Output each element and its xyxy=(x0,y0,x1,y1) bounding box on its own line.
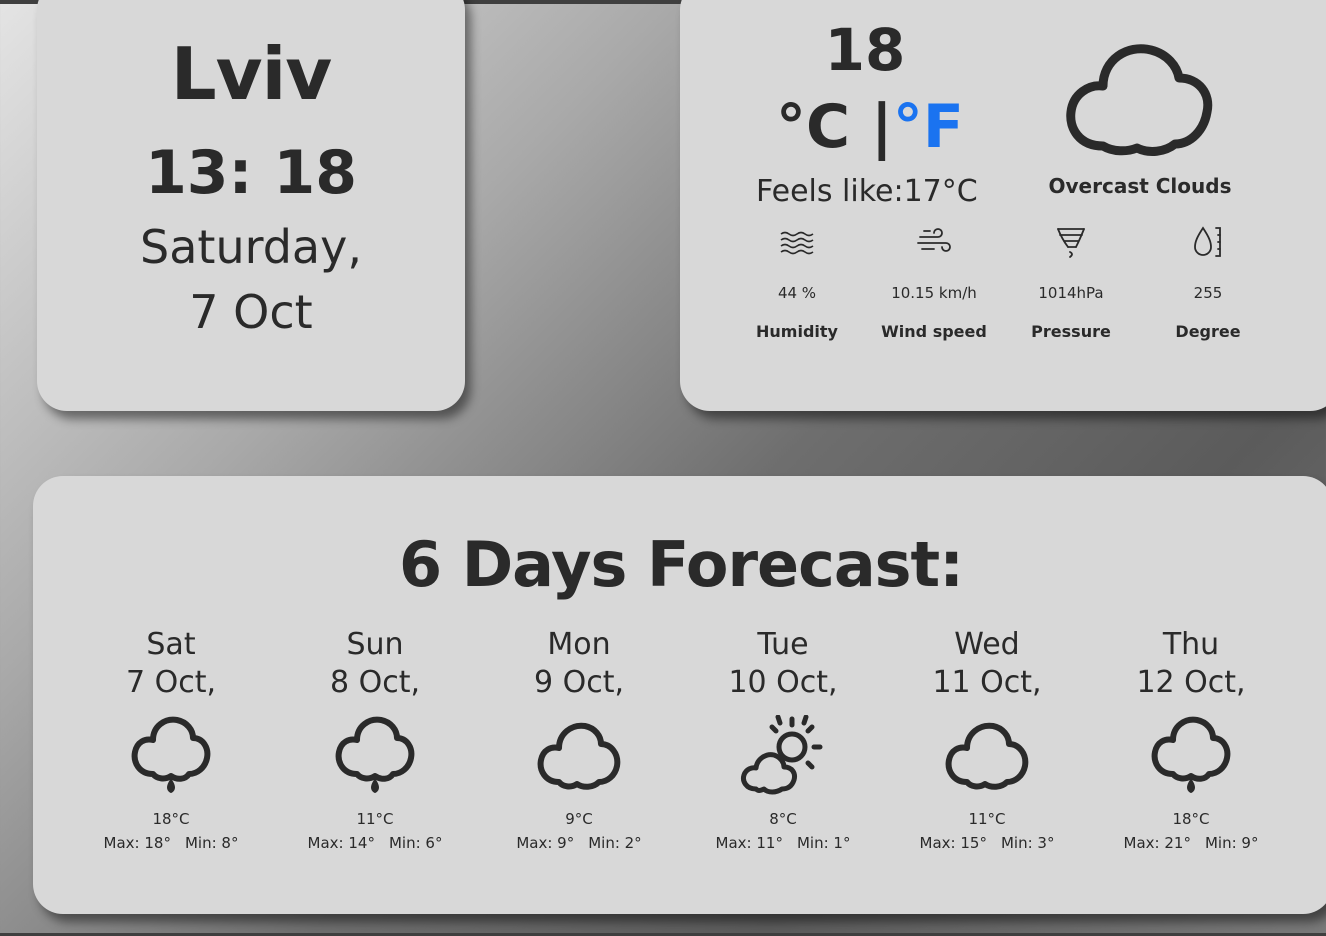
degree-label: Degree xyxy=(1175,322,1241,341)
fahrenheit-toggle[interactable]: °F xyxy=(893,92,964,162)
rain-cloud-icon xyxy=(1091,710,1291,800)
forecast-day-name: Thu xyxy=(1162,627,1220,662)
humidity-value: 44 % xyxy=(777,284,817,302)
forecast-day-date: 8 Oct, xyxy=(329,665,421,700)
pressure-label: Pressure xyxy=(1031,322,1111,341)
rain-cloud-icon xyxy=(275,710,475,800)
unit-separator: | xyxy=(850,92,893,162)
forecast-min: Min: 3° xyxy=(1000,834,1055,852)
forecast-day-name: Wed xyxy=(954,627,1020,662)
current-day: Saturday, xyxy=(140,220,362,274)
tornado-icon xyxy=(1001,222,1141,262)
forecast-day-name: Mon xyxy=(547,627,611,662)
forecast-min: Min: 9° xyxy=(1204,834,1259,852)
forecast-title: 6 Days Forecast: xyxy=(398,528,964,601)
humidity-metric: 44 % Humidity xyxy=(727,222,867,341)
waves-icon xyxy=(727,222,867,262)
degree-metric: 255 Degree xyxy=(1138,222,1278,341)
forecast-day-date: 10 Oct, xyxy=(728,665,838,700)
forecast-day-date: 11 Oct, xyxy=(932,665,1042,700)
forecast-day-name: Sat xyxy=(146,627,196,662)
forecast-day-name: Tue xyxy=(757,627,809,662)
cloud-icon xyxy=(887,710,1087,800)
humidity-label: Humidity xyxy=(756,322,838,341)
forecast-temp: 11°C xyxy=(356,810,394,828)
forecast-temp: 18°C xyxy=(1172,810,1210,828)
current-time: 13: 18 xyxy=(145,138,357,208)
forecast-minmax: Max: 11° Min: 1° xyxy=(683,834,883,852)
city-card: Lviv 13: 18 Saturday, 7 Oct xyxy=(37,0,465,411)
forecast-minmax: Max: 18° Min: 8° xyxy=(71,834,271,852)
unit-toggle: °C |°F xyxy=(776,92,964,162)
forecast-minmax: Max: 14° Min: 6° xyxy=(275,834,475,852)
forecast-max: Max: 18° xyxy=(103,834,171,852)
forecast-max: Max: 21° xyxy=(1123,834,1191,852)
forecast-minmax: Max: 9° Min: 2° xyxy=(479,834,679,852)
sun-cloud-icon xyxy=(683,710,883,800)
current-temperature: 18 xyxy=(824,16,906,84)
rain-cloud-icon xyxy=(71,710,271,800)
forecast-day-date: 12 Oct, xyxy=(1136,665,1246,700)
forecast-temp: 18°C xyxy=(152,810,190,828)
forecast-temp: 11°C xyxy=(968,810,1006,828)
weather-condition: Overcast Clouds xyxy=(1048,174,1232,198)
forecast-min: Min: 8° xyxy=(184,834,239,852)
current-date: 7 Oct xyxy=(189,285,313,339)
feels-like: Feels like:17°C xyxy=(756,174,978,209)
pressure-metric: 1014hPa Pressure xyxy=(1001,222,1141,341)
city-name: Lviv xyxy=(170,32,332,116)
droplet-gauge-icon xyxy=(1138,222,1278,262)
forecast-day-date: 7 Oct, xyxy=(125,665,217,700)
degree-value: 255 xyxy=(1193,284,1223,302)
wind-icon xyxy=(864,222,1004,262)
forecast-minmax: Max: 21° Min: 9° xyxy=(1091,834,1291,852)
forecast-min: Min: 1° xyxy=(796,834,851,852)
celsius-toggle[interactable]: °C xyxy=(776,92,850,162)
forecast-day-date: 9 Oct, xyxy=(533,665,625,700)
forecast-day-thu: Thu 12 Oct, 18°C Max: 21° Min: 9° xyxy=(1091,626,1291,852)
forecast-day-sun: Sun 8 Oct, 11°C Max: 14° Min: 6° xyxy=(275,626,475,852)
forecast-max: Max: 9° xyxy=(516,834,575,852)
forecast-temp: 8°C xyxy=(769,810,797,828)
pressure-value: 1014hPa xyxy=(1038,284,1104,302)
forecast-min: Min: 2° xyxy=(588,834,642,852)
wind-speed-value: 10.15 km/h xyxy=(891,284,977,302)
forecast-day-mon: Mon 9 Oct, 9°C Max: 9° Min: 2° xyxy=(479,626,679,852)
forecast-max: Max: 15° xyxy=(919,834,987,852)
forecast-minmax: Max: 15° Min: 3° xyxy=(887,834,1087,852)
current-weather-card: 18 °C |°F Feels like:17°C Overcast Cloud… xyxy=(680,0,1326,411)
wind-metric: 10.15 km/h Wind speed xyxy=(864,222,1004,341)
wind-speed-label: Wind speed xyxy=(881,322,987,341)
cloud-icon xyxy=(479,710,679,800)
forecast-max: Max: 14° xyxy=(307,834,375,852)
forecast-temp: 9°C xyxy=(565,810,593,828)
forecast-day-wed: Wed 11 Oct, 11°C Max: 15° Min: 3° xyxy=(887,626,1087,852)
forecast-day-sat: Sat 7 Oct, 18°C Max: 18° Min: 8° xyxy=(71,626,271,852)
forecast-card: 6 Days Forecast: Sat 7 Oct, 18°C Max: 18… xyxy=(33,476,1326,914)
cloud-icon xyxy=(1065,36,1213,164)
forecast-day-tue: Tue 10 Oct, 8°C Max: 11° Min: 1° xyxy=(683,626,883,852)
forecast-day-name: Sun xyxy=(346,627,404,662)
forecast-min: Min: 6° xyxy=(388,834,443,852)
forecast-max: Max: 11° xyxy=(715,834,783,852)
